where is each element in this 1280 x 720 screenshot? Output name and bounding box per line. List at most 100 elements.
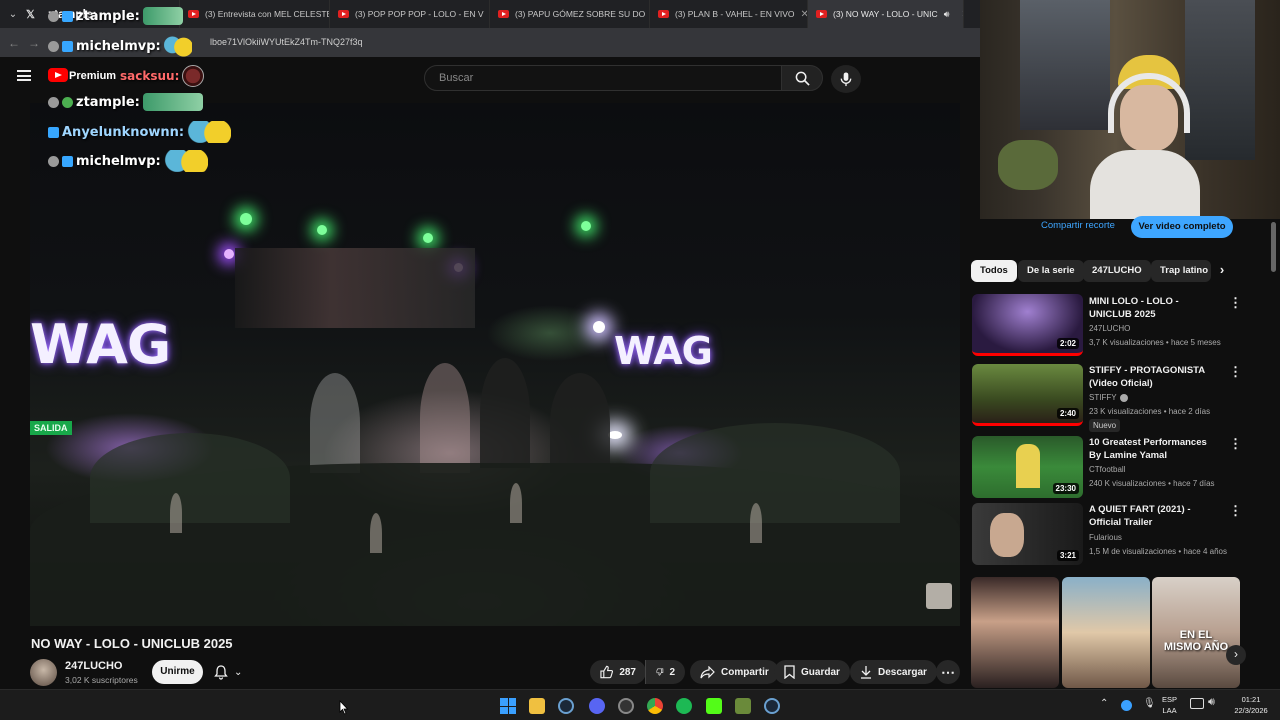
- short-caption: EN EL MISMO AÑO: [1163, 629, 1229, 653]
- performer: [310, 373, 360, 473]
- duration-badge: 2:40: [1056, 408, 1079, 419]
- chip-de-la-serie[interactable]: De la serie: [1018, 260, 1084, 282]
- clock[interactable]: 01:21 22/3/2026: [1226, 694, 1276, 716]
- tab-label: (3) NO WAY - LOLO - UNIC: [833, 9, 938, 19]
- chevron-right-icon[interactable]: ›: [1212, 262, 1232, 282]
- video-thumbnail[interactable]: 3:21: [972, 503, 1083, 565]
- channel-name[interactable]: 247LUCHO: [1089, 324, 1130, 333]
- chip-trap-latino[interactable]: Trap latino: [1151, 260, 1211, 282]
- back-icon[interactable]: ←: [0, 36, 28, 50]
- search-input[interactable]: Buscar: [424, 65, 782, 91]
- stage-light: [581, 221, 591, 231]
- volume-icon[interactable]: 🔊︎: [1208, 696, 1215, 709]
- file-explorer-icon[interactable]: [529, 698, 545, 714]
- channel-watermark[interactable]: [926, 583, 952, 609]
- video-thumbnail[interactable]: 2:02: [972, 294, 1083, 356]
- steam-icon[interactable]: [558, 698, 574, 714]
- badge-icon: [48, 126, 59, 138]
- scrollbar[interactable]: [1271, 222, 1276, 272]
- tab-no-way[interactable]: (3) NO WAY - LOLO - UNIC 🔊︎ ✕: [808, 0, 964, 28]
- video-title[interactable]: MINI LOLO - LOLO - UNICLUB 2025: [1089, 295, 1219, 321]
- voice-search-button[interactable]: [831, 65, 861, 93]
- spotify-icon[interactable]: [676, 698, 692, 714]
- speaker-icon[interactable]: 🔊︎: [944, 9, 950, 20]
- badge-icon: [48, 40, 59, 52]
- download-button[interactable]: Descargar: [850, 660, 937, 684]
- streamer: [1090, 55, 1200, 219]
- microphone-icon[interactable]: 🎙︎: [1143, 698, 1156, 709]
- performer: [480, 358, 530, 468]
- channel-name[interactable]: 247LUCHO: [65, 660, 122, 672]
- more-options-icon[interactable]: ⋮: [1229, 364, 1242, 380]
- more-actions-button[interactable]: ⋯: [936, 660, 960, 684]
- crowd: [90, 433, 290, 523]
- share-button[interactable]: Compartir: [690, 660, 779, 684]
- channel-avatar[interactable]: [30, 659, 57, 686]
- x-icon[interactable]: 𝕏: [26, 8, 40, 21]
- language-indicator[interactable]: ESP LAA: [1162, 694, 1177, 716]
- join-button[interactable]: Unirme: [152, 660, 203, 684]
- save-button[interactable]: Guardar: [774, 660, 850, 684]
- channel-name[interactable]: CTfootball: [1089, 465, 1125, 474]
- thumbs-down-icon: [656, 668, 664, 676]
- more-options-icon[interactable]: ⋮: [1229, 436, 1242, 452]
- tab-plan-b[interactable]: (3) PLAN B - VAHEL - EN VIVO ✕: [650, 0, 808, 28]
- tab-list-chevron-icon[interactable]: ⌄: [0, 9, 26, 20]
- short-thumbnail[interactable]: EN EL MISMO AÑO: [1152, 577, 1240, 688]
- more-options-icon[interactable]: ⋮: [1229, 295, 1242, 311]
- notification-bell-button[interactable]: ⌄: [214, 662, 252, 682]
- youtube-logo[interactable]: [48, 68, 68, 82]
- close-icon[interactable]: ✕: [961, 9, 963, 20]
- video-thumbnail[interactable]: 23:30: [972, 436, 1083, 498]
- face: [1120, 85, 1178, 151]
- forward-icon[interactable]: →: [28, 36, 44, 50]
- tab-pop-pop-pop[interactable]: (3) POP POP POP - LOLO - EN V✕: [330, 0, 490, 28]
- minecraft-icon[interactable]: [735, 698, 751, 714]
- badge-icon: [48, 10, 59, 22]
- windows-start-icon[interactable]: [500, 698, 516, 714]
- menu-icon[interactable]: [17, 70, 31, 81]
- badge-icon: [48, 96, 59, 108]
- stage-light: [608, 431, 622, 439]
- chip-247lucho[interactable]: 247LUCHO: [1083, 260, 1151, 282]
- tray-chevron-icon[interactable]: ⌃: [1100, 698, 1108, 709]
- channel-name[interactable]: Fularious: [1089, 533, 1122, 542]
- video-title[interactable]: A QUIET FART (2021) - Official Trailer: [1089, 503, 1219, 529]
- video-title[interactable]: 10 Greatest Performances By Lamine Yamal: [1089, 436, 1219, 462]
- performer: [550, 373, 610, 473]
- video-title[interactable]: STIFFY - PROTAGONISTA (Video Oficial): [1089, 364, 1219, 390]
- security-icon[interactable]: [1121, 700, 1132, 711]
- channel-name[interactable]: STIFFY: [1089, 393, 1128, 402]
- video-thumbnail[interactable]: 2:40: [972, 364, 1083, 426]
- short-thumbnail[interactable]: [971, 577, 1059, 688]
- chrome-icon[interactable]: [647, 698, 663, 714]
- short-thumbnail[interactable]: [1062, 577, 1150, 688]
- obs-icon[interactable]: [618, 698, 634, 714]
- premium-label: Premium: [69, 70, 117, 82]
- close-icon[interactable]: ✕: [801, 9, 807, 20]
- kick-icon[interactable]: [706, 698, 722, 714]
- steam-icon[interactable]: [764, 698, 780, 714]
- video-meta: 3,7 K visualizaciones • hace 5 meses: [1089, 338, 1221, 347]
- search-button[interactable]: [781, 65, 823, 91]
- discord-icon[interactable]: [589, 698, 605, 714]
- emote-icon: [187, 121, 232, 143]
- video-player[interactable]: WAG WAG SALIDA: [30, 103, 960, 626]
- chip-todos[interactable]: Todos: [971, 260, 1017, 282]
- bookmark-icon: [784, 665, 795, 679]
- dislike-button[interactable]: 2: [645, 660, 685, 684]
- badge-icon: [48, 155, 59, 167]
- like-button[interactable]: 287: [590, 660, 646, 684]
- url-field[interactable]: lboe71VlOkiiWYUtEkZ4Tm-TNQ27f3q: [210, 37, 363, 47]
- chat-username: michelmvp:: [76, 153, 161, 169]
- watch-full-video-button[interactable]: Ver video completo: [1131, 216, 1233, 238]
- more-options-icon[interactable]: ⋮: [1229, 503, 1242, 519]
- tab-papu-gomez[interactable]: (3) PAPU GÓMEZ SOBRE SU DO✕: [490, 0, 650, 28]
- share-clip-link[interactable]: Compartir recorte: [1041, 220, 1115, 231]
- shorts-next-button[interactable]: ›: [1226, 645, 1246, 665]
- network-icon[interactable]: [1190, 698, 1204, 709]
- chat-message: sacksuu:: [120, 65, 205, 87]
- mouse-cursor-icon: [339, 700, 349, 715]
- microphone-icon: [840, 71, 852, 86]
- tab-entrevista[interactable]: (3) Entrevista con MEL CELESTE✕: [180, 0, 330, 28]
